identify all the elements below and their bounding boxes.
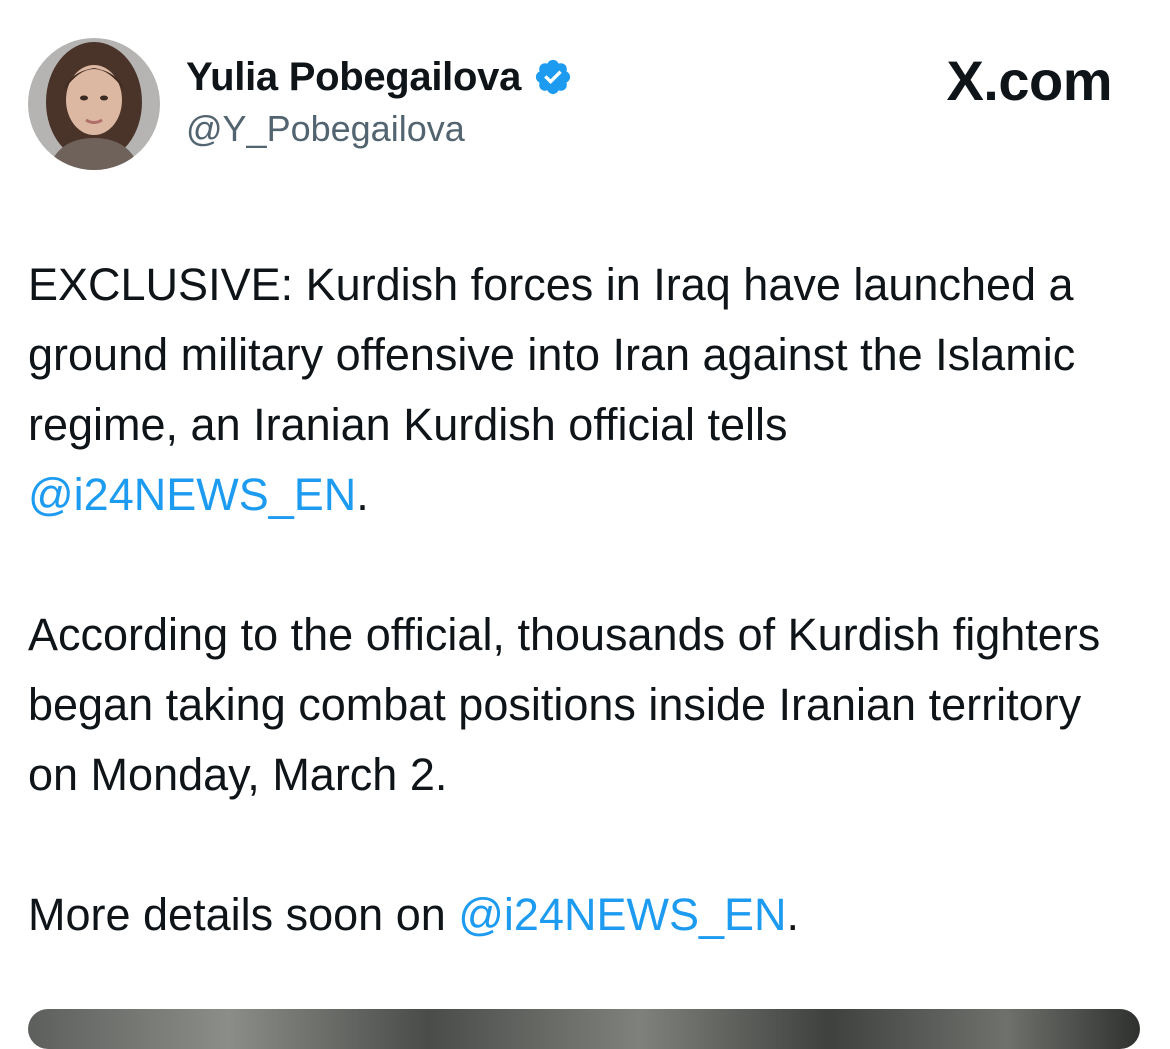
author-handle[interactable]: @Y_Pobegailova — [186, 108, 465, 150]
tweet-paragraph: According to the official, thousands of … — [28, 600, 1138, 810]
tweet-text: EXCLUSIVE: Kurdish forces in Iraq have l… — [28, 250, 1138, 950]
tweet-paragraph: More details soon on @i24NEWS_EN. — [28, 880, 1138, 950]
tweet-paragraph: EXCLUSIVE: Kurdish forces in Iraq have l… — [28, 250, 1138, 530]
avatar-photo — [28, 38, 160, 170]
paragraph-text: More details soon on — [28, 889, 459, 940]
author-name-row[interactable]: Yulia Pobegailova — [186, 52, 573, 102]
mention-link[interactable]: @i24NEWS_EN — [458, 889, 786, 940]
paragraph-end: . — [356, 469, 369, 520]
verified-badge-icon — [533, 57, 573, 97]
paragraph-text: According to the official, thousands of … — [28, 609, 1101, 800]
display-name[interactable]: Yulia Pobegailova — [186, 55, 521, 100]
tweet-media-preview[interactable] — [28, 1009, 1140, 1049]
avatar[interactable] — [28, 38, 160, 170]
mention-link[interactable]: @i24NEWS_EN — [28, 469, 356, 520]
paragraph-end: . — [786, 889, 800, 940]
x-com-watermark: X.com — [946, 49, 1112, 112]
paragraph-text: EXCLUSIVE: Kurdish forces in Iraq have l… — [28, 259, 1076, 450]
